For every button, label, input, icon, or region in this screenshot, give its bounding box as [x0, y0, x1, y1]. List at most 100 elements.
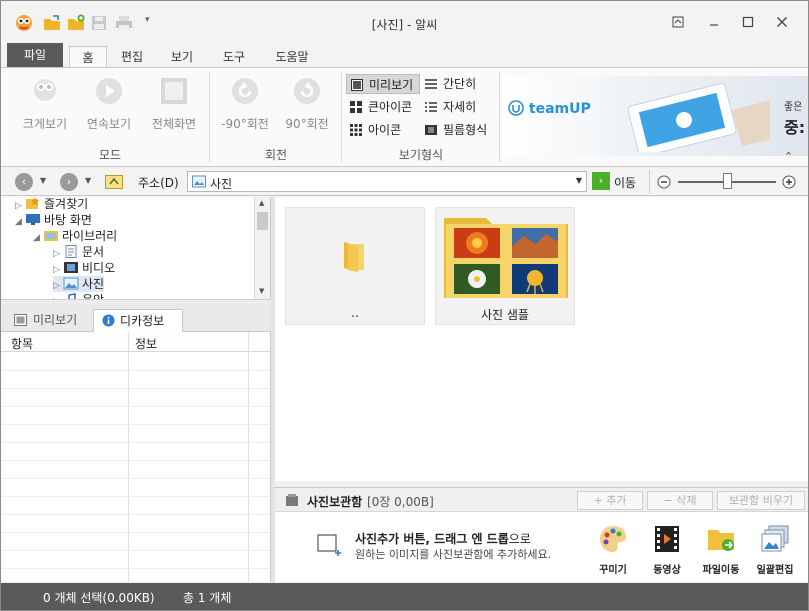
- desktop-icon: [26, 214, 40, 225]
- close-button[interactable]: [770, 11, 794, 33]
- forward-dropdown-icon[interactable]: ▼: [85, 176, 91, 185]
- pin-icon[interactable]: [666, 11, 690, 33]
- tree-label: 즐겨찾기: [44, 197, 89, 211]
- minimize-button[interactable]: [702, 11, 726, 33]
- view-preview-option[interactable]: 미리보기: [346, 74, 420, 94]
- photo-box-message-2: 원하는 이미지를 사진보관함에 추가하세요.: [355, 548, 552, 561]
- photo-box-message-bold: 사진추가 버튼, 드래그 엔 드롭: [355, 532, 509, 546]
- large-view-button[interactable]: 크게보기: [15, 76, 75, 132]
- up-folder-icon[interactable]: [105, 174, 123, 190]
- photo-box-icon: [286, 494, 298, 506]
- tab-camera-info-label: 디카정보: [120, 314, 165, 328]
- zoom-in-icon[interactable]: [782, 175, 796, 189]
- rotate-left-icon: [232, 78, 258, 104]
- ad-logo: teamUP: [508, 100, 591, 117]
- photo-box-body: 사진추가 버튼, 드래그 엔 드롭으로 원하는 이미지를 사진보관함에 추가하세…: [275, 512, 808, 582]
- tree-label: 바탕 화면: [44, 213, 92, 227]
- address-input[interactable]: 사진 ▼: [187, 171, 587, 192]
- scroll-down-icon[interactable]: ▼: [259, 287, 264, 295]
- tab-camera-info[interactable]: 디카정보: [93, 309, 183, 332]
- palette-icon: [600, 526, 627, 552]
- tree-item-pictures[interactable]: ▷ 사진: [53, 276, 105, 292]
- back-dropdown-icon[interactable]: ▼: [40, 176, 46, 185]
- batch-edit-tool[interactable]: 일괄편집: [750, 524, 800, 576]
- move-file-tool[interactable]: 파일이동: [696, 524, 746, 576]
- slideshow-button[interactable]: 연속보기: [79, 76, 139, 132]
- forward-button[interactable]: ›: [60, 173, 78, 191]
- teamup-logo-icon: [508, 100, 524, 116]
- rotate-right-button[interactable]: 90°회전: [277, 76, 337, 132]
- preview-icon: [351, 79, 363, 91]
- tab-file[interactable]: 파일: [7, 43, 63, 68]
- video-label: 동영상: [653, 565, 681, 576]
- tab-view[interactable]: 보기: [163, 46, 201, 68]
- view-icon-option[interactable]: 아이콘: [346, 120, 420, 140]
- tree-item-library[interactable]: ◢ 라이브러리: [33, 228, 117, 244]
- go-arrow-icon[interactable]: ›: [592, 172, 610, 190]
- tab-preview[interactable]: 미리보기: [7, 309, 89, 332]
- photo-box-add-button[interactable]: + 추가: [577, 491, 643, 510]
- tab-home[interactable]: 홈: [69, 46, 107, 69]
- rotate-left-button[interactable]: -90°회전: [215, 76, 275, 132]
- tree-item-videos[interactable]: ▷ 비디오: [53, 260, 115, 276]
- tile-parent-folder[interactable]: ..: [285, 207, 425, 325]
- collapse-arrow-icon[interactable]: ◢: [15, 214, 25, 230]
- collapse-ribbon-icon[interactable]: ⌃: [784, 150, 793, 163]
- ribbon-separator: [341, 72, 342, 162]
- zoom-slider-thumb[interactable]: [723, 173, 732, 189]
- slideshow-label: 연속보기: [86, 117, 132, 131]
- fullscreen-icon: [161, 78, 187, 104]
- tree-item-desktop[interactable]: ◢ 바탕 화면: [15, 212, 92, 228]
- tree-item-documents[interactable]: ▷ 문서: [53, 244, 104, 260]
- photo-box-delete-button[interactable]: − 삭제: [647, 491, 713, 510]
- back-button[interactable]: ‹: [15, 173, 33, 191]
- go-button[interactable]: 이동: [614, 174, 636, 191]
- grid-row-line: [1, 442, 270, 443]
- large-view-icon: [34, 79, 56, 101]
- batch-edit-icon: [761, 525, 789, 552]
- photo-box-clear-button[interactable]: 보관함 비우기: [717, 491, 805, 510]
- tree-label: 라이브러리: [62, 229, 118, 243]
- address-value: 사진: [210, 177, 233, 191]
- tab-edit[interactable]: 편집: [113, 46, 151, 68]
- rotate-right-label: 90°회전: [285, 117, 329, 131]
- address-label: 주소(D): [138, 176, 179, 190]
- ad-banner[interactable]: teamUP 좋은 중:: [502, 76, 808, 156]
- ad-tablet-image: [627, 83, 770, 152]
- view-detail-label: 자세히: [443, 100, 477, 114]
- fullscreen-button[interactable]: 전체화면: [143, 76, 205, 132]
- move-folder-icon: [708, 530, 734, 551]
- ad-text-2: 중:: [784, 118, 806, 137]
- column-item[interactable]: 항목: [11, 335, 33, 352]
- video-tool[interactable]: 동영상: [642, 524, 692, 576]
- app-window: ▾ [사진] - 알씨 파일 홈 편집 보기 도구 도움말 크게보기 연속보기 …: [0, 0, 809, 611]
- scrollbar-thumb[interactable]: [257, 212, 268, 230]
- collapse-arrow-icon[interactable]: ◢: [33, 230, 43, 246]
- ad-text-1: 좋은: [784, 102, 803, 113]
- parent-folder-icon: [344, 242, 364, 272]
- maximize-button[interactable]: [736, 11, 760, 33]
- small-icons-icon: [350, 124, 362, 136]
- add-photo-icon[interactable]: [317, 534, 343, 558]
- view-detail-option[interactable]: 자세히: [421, 97, 491, 117]
- address-dropdown-icon[interactable]: ▼: [576, 176, 582, 185]
- decorate-tool[interactable]: 꾸미기: [588, 524, 638, 576]
- view-large-icon-option[interactable]: 큰아이콘: [346, 97, 420, 117]
- tab-tools[interactable]: 도구: [215, 46, 253, 68]
- preview-panel-icon: [14, 314, 27, 326]
- tree-item-music[interactable]: ▷음악: [53, 292, 104, 299]
- info-grid: 항목 정보: [1, 332, 271, 582]
- ribbon-tabs: 파일 홈 편집 보기 도구 도움말: [1, 41, 808, 69]
- zoom-out-icon[interactable]: [657, 175, 671, 189]
- tree-item-favorites[interactable]: ▷ 즐겨찾기: [15, 197, 88, 212]
- column-info[interactable]: 정보: [135, 335, 157, 352]
- tab-help[interactable]: 도움말: [269, 46, 315, 68]
- tree-scrollbar[interactable]: ▲ ▼: [254, 197, 270, 299]
- scroll-up-icon[interactable]: ▲: [259, 199, 264, 207]
- status-selected: 0 개체 선택(0.00KB): [43, 591, 155, 605]
- fullscreen-label: 전체화면: [151, 117, 197, 131]
- view-film-option[interactable]: 필름형식: [421, 120, 497, 140]
- view-simple-option[interactable]: 간단히: [421, 74, 491, 94]
- pictures-icon: [63, 277, 79, 290]
- tile-sample-photos[interactable]: 사진 샘플: [435, 207, 575, 325]
